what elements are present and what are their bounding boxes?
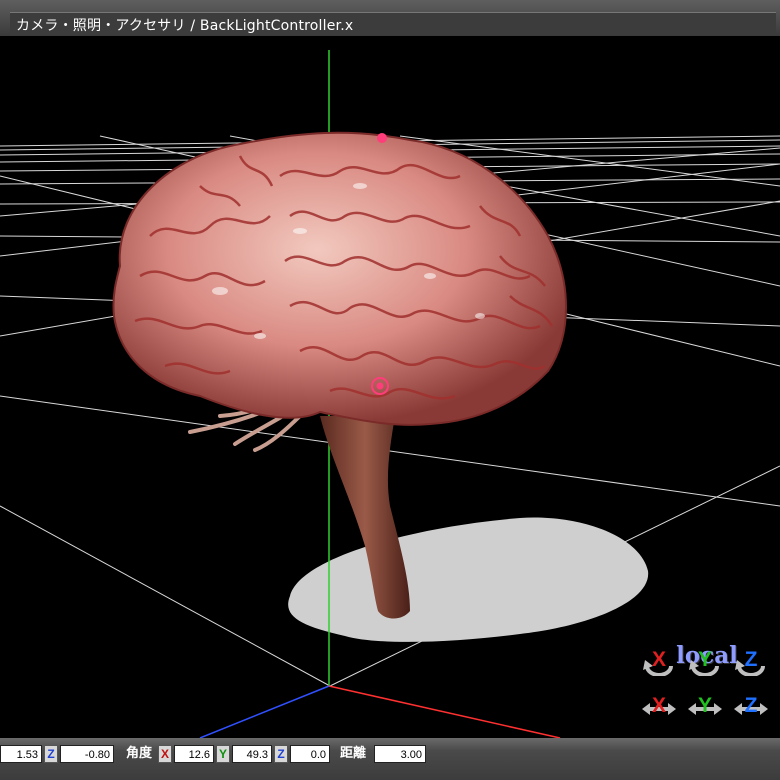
z-axis-line bbox=[199, 685, 330, 738]
rotate-y-button[interactable]: Y bbox=[688, 646, 722, 676]
rotate-x-button[interactable]: X bbox=[642, 646, 676, 676]
angle-x-field[interactable]: 12.6 bbox=[174, 745, 214, 763]
scene-svg bbox=[0, 50, 780, 738]
angle-y-field[interactable]: 49.3 bbox=[232, 745, 272, 763]
model-shadow bbox=[288, 517, 649, 642]
angle-label: 角度 bbox=[126, 746, 153, 761]
angle-y-label: Y bbox=[216, 745, 230, 763]
rotate-z-button[interactable]: Z bbox=[734, 646, 768, 676]
move-z-letter: Z bbox=[744, 694, 758, 717]
position-z-field[interactable]: -0.80 bbox=[60, 745, 114, 763]
move-y-button[interactable]: Y bbox=[688, 692, 722, 722]
window-title: カメラ・照明・アクセサリ / BackLightController.x bbox=[16, 18, 354, 34]
position-z-label: Z bbox=[44, 745, 58, 763]
angle-x-label: X bbox=[158, 745, 172, 763]
pivot-marker-center-dot bbox=[376, 382, 384, 390]
bottom-status-bar: 1.53 Z -0.80 角度 X 12.6 Y 49.3 Z 0.0 距離 3… bbox=[0, 738, 780, 780]
title-bar: カメラ・照明・アクセサリ / BackLightController.x bbox=[0, 0, 780, 36]
move-x-button[interactable]: X bbox=[642, 692, 676, 722]
transform-row: 1.53 Z -0.80 角度 X 12.6 Y 49.3 Z 0.0 距離 3… bbox=[0, 745, 780, 765]
position-y-field[interactable]: 1.53 bbox=[0, 745, 42, 763]
rotate-y-letter: Y bbox=[697, 648, 712, 671]
angle-z-label: Z bbox=[274, 745, 288, 763]
rotate-z-letter: Z bbox=[744, 648, 758, 671]
3d-viewport[interactable]: local X Y Z X Y Z bbox=[0, 36, 780, 738]
pivot-marker-top bbox=[377, 133, 387, 143]
distance-field[interactable]: 3.00 bbox=[374, 745, 426, 763]
x-axis-line bbox=[328, 685, 561, 738]
move-y-letter: Y bbox=[697, 694, 712, 717]
distance-label: 距離 bbox=[340, 746, 367, 761]
move-x-letter: X bbox=[651, 694, 666, 717]
angle-z-field[interactable]: 0.0 bbox=[290, 745, 330, 763]
move-z-button[interactable]: Z bbox=[734, 692, 768, 722]
rotate-x-letter: X bbox=[651, 648, 666, 671]
